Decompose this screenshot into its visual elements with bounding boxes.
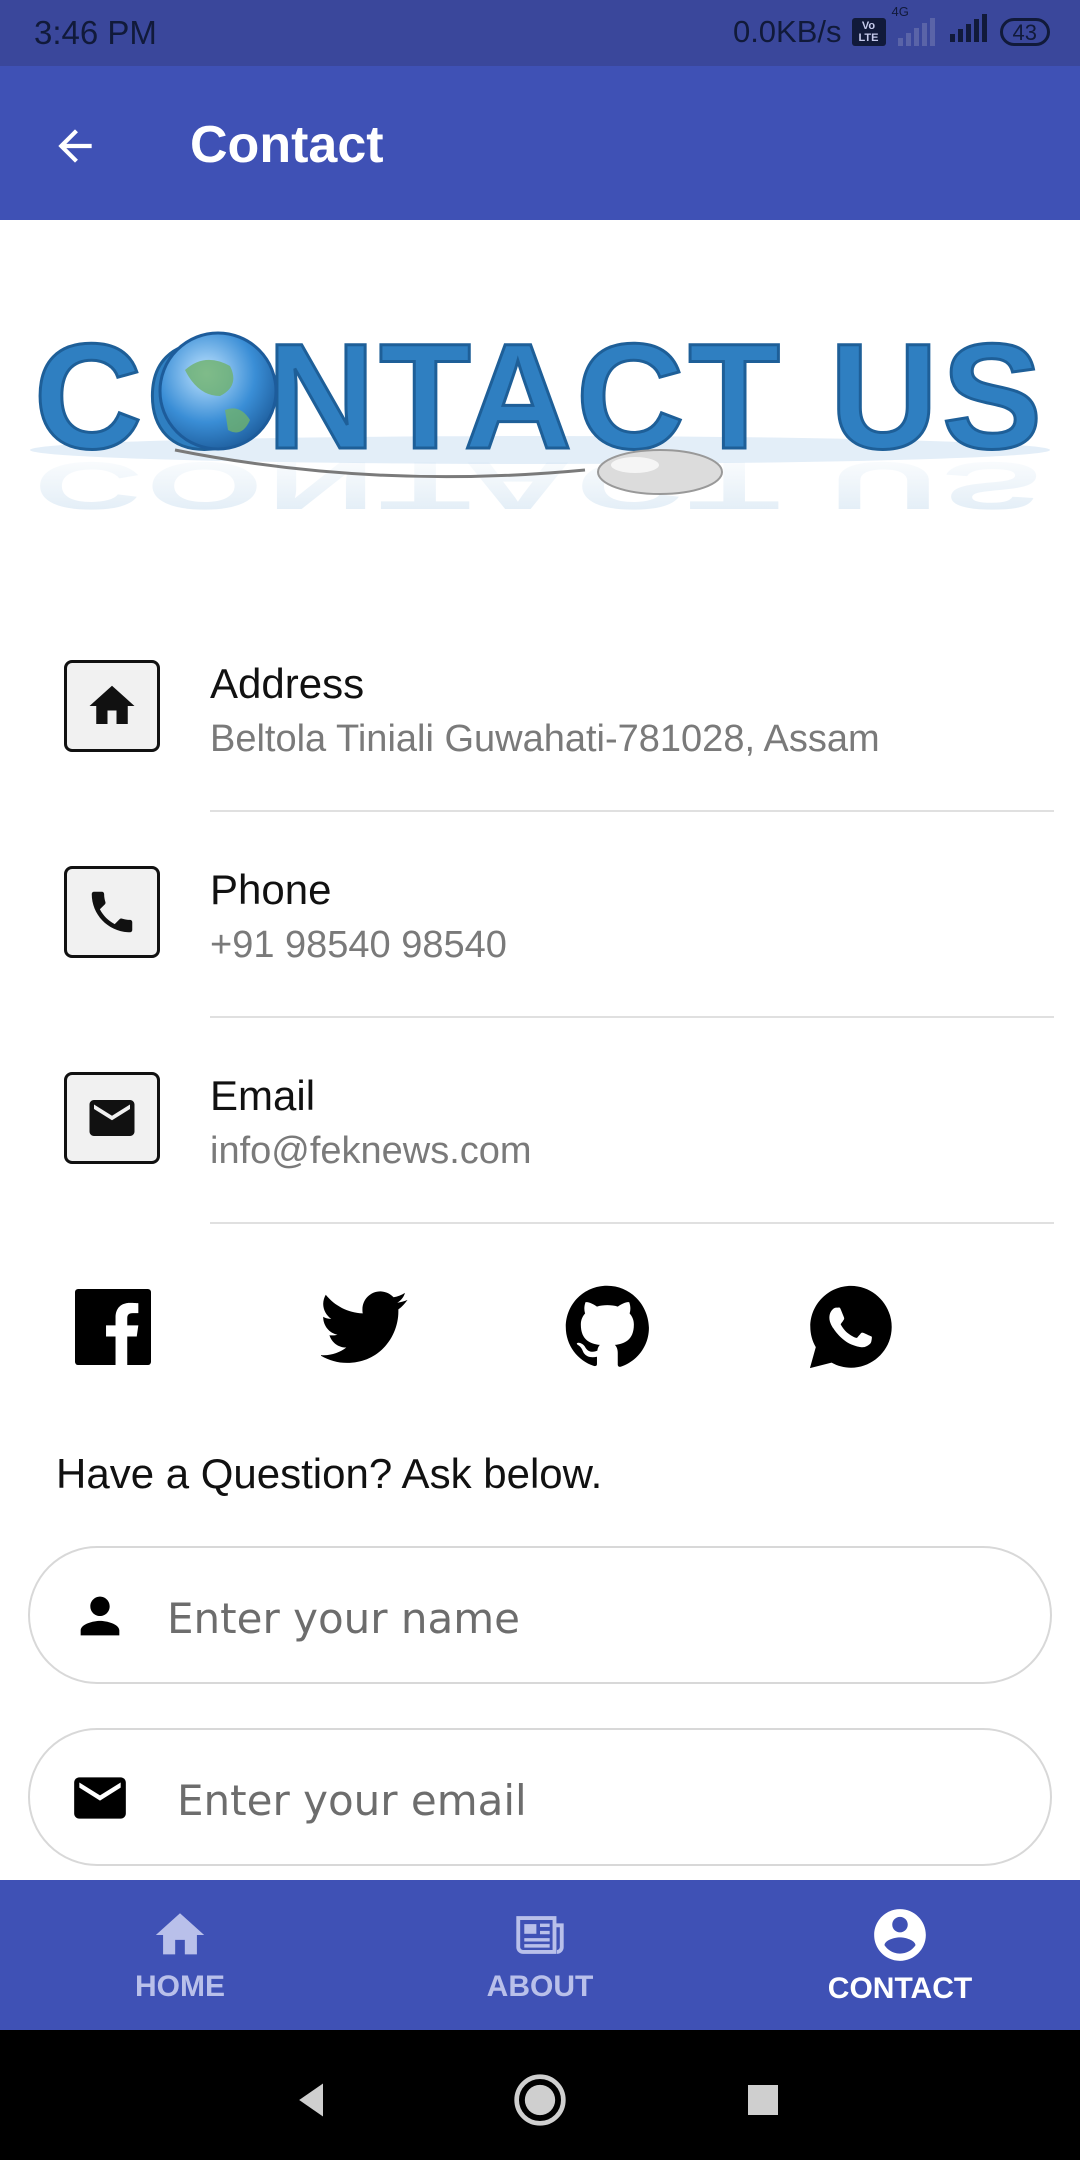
divider	[210, 810, 1054, 812]
volte-icon: Vo LTE	[851, 18, 886, 46]
battery-icon: 43	[999, 18, 1050, 46]
home-icon	[89, 685, 135, 724]
arrow-back-icon	[58, 129, 92, 163]
phone-value[interactable]: +91 98540 98540	[210, 924, 507, 967]
system-recents-button[interactable]	[723, 2060, 803, 2140]
nav-about[interactable]: ABOUT	[360, 1880, 720, 2030]
facebook-icon	[75, 1289, 151, 1365]
nav-contact[interactable]: CONTACT	[720, 1880, 1080, 2030]
whatsapp-button[interactable]	[806, 1282, 896, 1372]
contact-us-banner: CONTACT US CONTACT US	[20, 300, 1060, 590]
email-field[interactable]	[28, 1728, 1052, 1866]
divider	[210, 1222, 1054, 1224]
system-nav-bar	[0, 2030, 1080, 2160]
bottom-nav: HOME ABOUT CONTACT	[0, 1880, 1080, 2030]
circle-home-icon	[514, 2074, 566, 2126]
github-icon	[565, 1285, 649, 1367]
email-label: Email	[210, 1072, 316, 1119]
twitter-button[interactable]	[320, 1282, 410, 1372]
signal-icon	[948, 14, 990, 50]
twitter-icon	[321, 1291, 408, 1363]
mouse-icon	[597, 449, 723, 495]
nav-about-label: ABOUT	[486, 1970, 594, 2003]
back-button[interactable]	[40, 111, 110, 181]
status-time: 3:46 PM	[34, 14, 157, 51]
name-input[interactable]	[165, 1578, 989, 1658]
account-circle-icon	[874, 1909, 926, 1961]
nav-home[interactable]: HOME	[0, 1880, 360, 2030]
email-input[interactable]	[175, 1760, 999, 1840]
email-icon-box	[64, 1072, 160, 1164]
app-bar	[0, 66, 1080, 220]
page-title: Contact	[190, 116, 384, 174]
network-speed: 0.0KB/s	[732, 14, 842, 49]
triangle-back-icon	[299, 2083, 323, 2117]
system-back-button[interactable]	[272, 2060, 352, 2140]
address-value[interactable]: Beltola Tiniali Guwahati-781028, Assam	[210, 718, 880, 761]
system-home-button[interactable]	[500, 2060, 580, 2140]
nav-contact-label: CONTACT	[827, 1972, 973, 2005]
newspaper-icon	[516, 1916, 564, 1954]
address-label: Address	[210, 660, 365, 707]
phone-icon	[91, 891, 133, 933]
nav-home-label: HOME	[135, 1970, 225, 2003]
signal-4g-icon: 4G	[892, 4, 938, 46]
form-heading: Have a Question? Ask below.	[56, 1450, 603, 1497]
mail-icon	[68, 1766, 132, 1830]
network-type: 4G	[891, 4, 909, 19]
phone-label: Phone	[210, 866, 332, 913]
whatsapp-icon	[809, 1285, 892, 1369]
facebook-button[interactable]	[68, 1282, 158, 1372]
phone-icon-box	[64, 866, 160, 958]
home-icon	[155, 1913, 205, 1955]
status-indicators: 0.0KB/s Vo LTE 4G 43	[732, 4, 1050, 50]
address-icon-box	[64, 660, 160, 752]
square-recents-icon	[748, 2085, 778, 2115]
name-field[interactable]	[28, 1546, 1052, 1684]
svg-text:CONTACT US: CONTACT US	[34, 448, 1046, 523]
mail-icon	[89, 1100, 135, 1136]
github-button[interactable]	[562, 1282, 652, 1372]
person-icon	[68, 1584, 132, 1648]
divider	[210, 1016, 1054, 1018]
email-value[interactable]: info@feknews.com	[210, 1130, 532, 1173]
